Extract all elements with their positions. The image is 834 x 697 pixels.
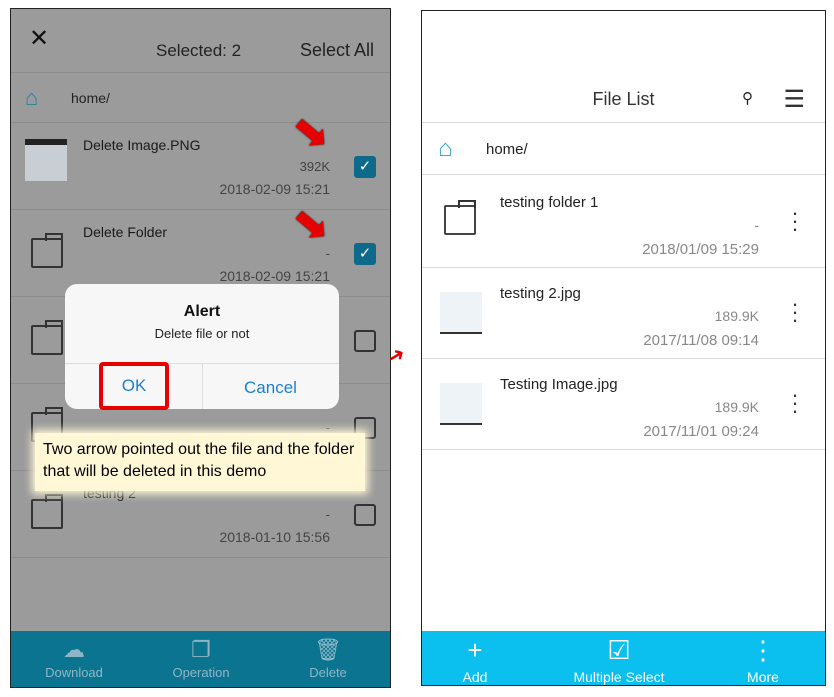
- item-name: testing folder 1: [500, 194, 599, 211]
- folder-icon: [31, 233, 63, 268]
- multiple-select-button[interactable]: ☑ Multiple Select: [559, 635, 679, 685]
- selected-count: Selected: 2: [156, 41, 242, 60]
- checkbox-icon: ☑: [607, 635, 631, 665]
- home-icon[interactable]: ⌂: [25, 85, 38, 111]
- item-size: 392K: [299, 159, 330, 174]
- item-date: 2018-02-09 15:21: [219, 268, 330, 284]
- cloud-download-icon: ☁: [63, 637, 85, 662]
- list-item[interactable]: testing folder 1 - 2018/01/09 15:29 · · ·: [422, 177, 825, 268]
- operation-label: Operation: [172, 665, 230, 680]
- item-date: 2018-01-10 15:56: [219, 529, 330, 545]
- item-size: -: [325, 246, 330, 261]
- more-options-icon[interactable]: · · ·: [791, 293, 799, 331]
- item-name: Delete Image.PNG: [83, 137, 201, 153]
- copy-icon: ❐: [191, 637, 211, 662]
- image-thumbnail: [440, 292, 482, 334]
- alert-dialog: Alert Delete file or not OK Cancel: [65, 284, 339, 410]
- breadcrumb: ⌂ home/: [422, 123, 825, 175]
- trash-icon: 🗑: [314, 637, 342, 662]
- item-size: -: [325, 507, 330, 522]
- item-date: 2017/11/08 09:14: [643, 332, 759, 349]
- selection-toolbar: ☁ Download ❐ Operation 🗑 Delete: [11, 631, 390, 687]
- ok-button[interactable]: OK: [99, 362, 169, 410]
- folder-icon: [444, 200, 476, 235]
- page-title: File List: [592, 89, 655, 109]
- item-name: Delete Folder: [83, 224, 168, 240]
- path-label: home/: [486, 141, 528, 158]
- add-label: Add: [462, 669, 488, 685]
- item-date: 2018/01/09 15:29: [642, 241, 759, 258]
- checkbox[interactable]: [354, 504, 376, 526]
- alert-title: Alert: [183, 303, 221, 320]
- more-button[interactable]: ⋮ More: [703, 635, 823, 685]
- item-size: 189.9K: [714, 399, 759, 415]
- file-list-screen: File List ⚲ ☰ ⌂ home/ testing folder 1 -…: [421, 10, 826, 686]
- download-button[interactable]: ☁ Download: [19, 637, 129, 680]
- folder-icon: [31, 320, 63, 355]
- item-name: testing 2.jpg: [500, 285, 581, 302]
- image-thumbnail: [25, 139, 67, 181]
- more-options-icon[interactable]: · · ·: [791, 384, 799, 422]
- app-header: File List ⚲ ☰: [422, 71, 825, 123]
- add-button[interactable]: + Add: [422, 635, 535, 685]
- more-options-icon[interactable]: · · ·: [791, 202, 799, 240]
- image-thumbnail: [440, 383, 482, 425]
- list-item[interactable]: Testing Image.jpg 189.9K 2017/11/01 09:2…: [422, 359, 825, 450]
- list-item[interactable]: testing 2.jpg 189.9K 2017/11/08 09:14 · ·…: [422, 268, 825, 359]
- delete-button[interactable]: 🗑 Delete: [273, 637, 383, 680]
- select-all-button[interactable]: Select All: [300, 40, 374, 61]
- download-label: Download: [45, 665, 103, 680]
- checkbox-checked[interactable]: ✓: [354, 156, 376, 178]
- path-label: home/: [71, 90, 110, 106]
- search-icon[interactable]: ⚲: [742, 89, 753, 107]
- selection-screen: ✕ Selected: 2 Select All ⌂ home/ Delete …: [10, 8, 391, 688]
- more-vertical-icon: ⋮: [750, 635, 776, 665]
- item-name: Testing Image.jpg: [500, 376, 618, 393]
- item-size: -: [754, 217, 759, 233]
- breadcrumb: ⌂ home/: [11, 73, 390, 123]
- list-item[interactable]: Delete Image.PNG 392K 2018-02-09 15:21 ✓: [11, 123, 390, 210]
- home-icon[interactable]: ⌂: [438, 135, 453, 163]
- menu-icon[interactable]: ☰: [783, 85, 805, 114]
- delete-label: Delete: [309, 665, 347, 680]
- selection-header: ✕ Selected: 2 Select All: [11, 9, 390, 73]
- close-icon[interactable]: ✕: [29, 27, 49, 51]
- main-toolbar: + Add ☑ Multiple Select ⋮ More: [422, 631, 825, 685]
- folder-icon: [31, 494, 63, 529]
- alert-message: Delete file or not: [154, 326, 250, 341]
- cancel-button[interactable]: Cancel: [202, 378, 339, 398]
- more-label: More: [747, 669, 779, 685]
- checkbox-checked[interactable]: ✓: [354, 243, 376, 265]
- operation-button[interactable]: ❐ Operation: [146, 637, 256, 680]
- item-date: 2017/11/01 09:24: [643, 423, 759, 440]
- annotation-note: Two arrow pointed out the file and the f…: [35, 433, 365, 491]
- checkbox[interactable]: [354, 330, 376, 352]
- plus-icon: +: [467, 635, 483, 665]
- item-size: 189.9K: [714, 308, 759, 324]
- multiple-select-label: Multiple Select: [573, 669, 665, 685]
